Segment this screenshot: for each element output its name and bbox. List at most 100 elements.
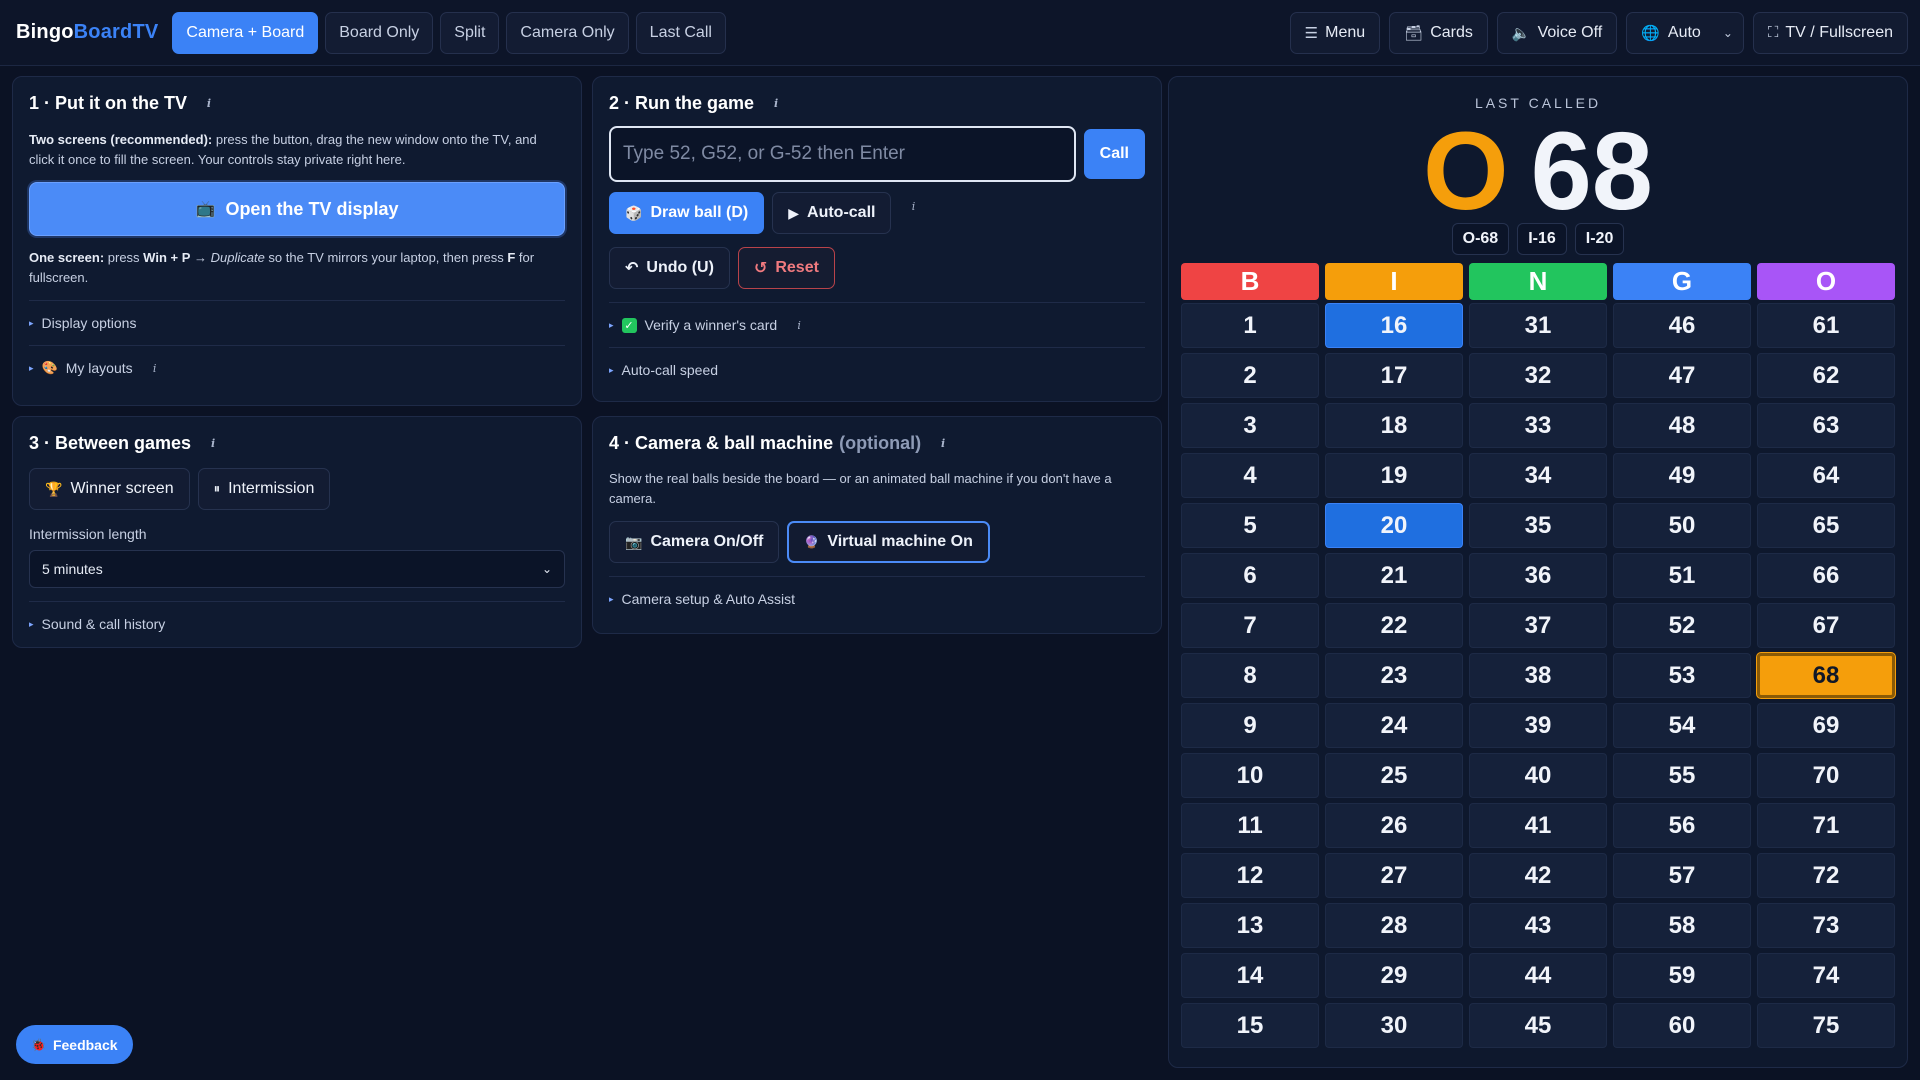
tab-camera-only[interactable]: Camera Only [506, 11, 629, 54]
board-cell-41[interactable]: 41 [1469, 803, 1607, 848]
auto-call-speed-toggle[interactable]: ▸ Auto-call speed [609, 362, 1145, 378]
board-cell-35[interactable]: 35 [1469, 503, 1607, 548]
auto-call-button[interactable]: ▶ Auto-call [772, 192, 892, 234]
tab-last-call[interactable]: Last Call [635, 11, 726, 54]
board-cell-12[interactable]: 12 [1181, 853, 1319, 898]
board-cell-63[interactable]: 63 [1757, 403, 1895, 448]
board-cell-1[interactable]: 1 [1181, 303, 1319, 348]
board-cell-3[interactable]: 3 [1181, 403, 1319, 448]
board-cell-72[interactable]: 72 [1757, 853, 1895, 898]
sound-history-toggle[interactable]: ▸ Sound & call history [29, 616, 565, 632]
info-icon[interactable]: i [201, 96, 217, 112]
brand-logo[interactable]: BingoBoardTV [16, 21, 158, 44]
camera-setup-toggle[interactable]: ▸ Camera setup & Auto Assist [609, 591, 1145, 607]
board-cell-27[interactable]: 27 [1325, 853, 1463, 898]
board-cell-56[interactable]: 56 [1613, 803, 1751, 848]
board-cell-51[interactable]: 51 [1613, 553, 1751, 598]
board-cell-16[interactable]: 16 [1325, 303, 1463, 348]
info-icon[interactable]: i [791, 317, 807, 333]
board-cell-44[interactable]: 44 [1469, 953, 1607, 998]
camera-toggle-button[interactable]: 📷 Camera On/Off [609, 521, 780, 563]
tab-camera-board[interactable]: Camera + Board [172, 11, 319, 54]
board-cell-28[interactable]: 28 [1325, 903, 1463, 948]
board-cell-61[interactable]: 61 [1757, 303, 1895, 348]
board-cell-29[interactable]: 29 [1325, 953, 1463, 998]
board-cell-31[interactable]: 31 [1469, 303, 1607, 348]
board-cell-66[interactable]: 66 [1757, 553, 1895, 598]
info-icon[interactable]: i [205, 436, 221, 452]
board-cell-38[interactable]: 38 [1469, 653, 1607, 698]
board-cell-4[interactable]: 4 [1181, 453, 1319, 498]
board-cell-45[interactable]: 45 [1469, 1003, 1607, 1048]
board-cell-43[interactable]: 43 [1469, 903, 1607, 948]
board-cell-9[interactable]: 9 [1181, 703, 1319, 748]
intermission-button[interactable]: ⏸ Intermission [197, 468, 331, 510]
menu-button[interactable]: ☰ Menu [1289, 11, 1381, 54]
board-cell-26[interactable]: 26 [1325, 803, 1463, 848]
board-cell-34[interactable]: 34 [1469, 453, 1607, 498]
info-icon[interactable]: i [147, 360, 163, 376]
info-icon[interactable]: i [905, 198, 921, 214]
board-cell-46[interactable]: 46 [1613, 303, 1751, 348]
board-cell-25[interactable]: 25 [1325, 753, 1463, 798]
board-cell-47[interactable]: 47 [1613, 353, 1751, 398]
board-cell-65[interactable]: 65 [1757, 503, 1895, 548]
board-cell-75[interactable]: 75 [1757, 1003, 1895, 1048]
board-cell-15[interactable]: 15 [1181, 1003, 1319, 1048]
board-cell-23[interactable]: 23 [1325, 653, 1463, 698]
call-number-input[interactable]: Type 52, G52, or G-52 then Enter [609, 126, 1076, 182]
board-cell-30[interactable]: 30 [1325, 1003, 1463, 1048]
draw-ball-button[interactable]: 🎲 Draw ball (D) [609, 192, 765, 234]
board-cell-39[interactable]: 39 [1469, 703, 1607, 748]
board-cell-71[interactable]: 71 [1757, 803, 1895, 848]
board-cell-68[interactable]: 68 [1757, 653, 1895, 698]
my-layouts-toggle[interactable]: ▸ 🎨 My layouts i [29, 360, 565, 376]
tab-split[interactable]: Split [440, 11, 500, 54]
intermission-length-select[interactable]: 5 minutes ⌄ [29, 550, 565, 588]
board-cell-2[interactable]: 2 [1181, 353, 1319, 398]
board-cell-6[interactable]: 6 [1181, 553, 1319, 598]
board-cell-36[interactable]: 36 [1469, 553, 1607, 598]
verify-card-toggle[interactable]: ▸ ✓ Verify a winner's card i [609, 317, 1145, 333]
board-cell-52[interactable]: 52 [1613, 603, 1751, 648]
winner-screen-button[interactable]: 🏆 Winner screen [29, 468, 190, 510]
board-cell-48[interactable]: 48 [1613, 403, 1751, 448]
board-cell-22[interactable]: 22 [1325, 603, 1463, 648]
board-cell-32[interactable]: 32 [1469, 353, 1607, 398]
board-cell-73[interactable]: 73 [1757, 903, 1895, 948]
board-cell-24[interactable]: 24 [1325, 703, 1463, 748]
board-cell-60[interactable]: 60 [1613, 1003, 1751, 1048]
board-cell-42[interactable]: 42 [1469, 853, 1607, 898]
board-cell-69[interactable]: 69 [1757, 703, 1895, 748]
board-cell-67[interactable]: 67 [1757, 603, 1895, 648]
cards-button[interactable]: 🗃 Cards [1389, 11, 1488, 54]
board-cell-54[interactable]: 54 [1613, 703, 1751, 748]
board-cell-59[interactable]: 59 [1613, 953, 1751, 998]
board-cell-49[interactable]: 49 [1613, 453, 1751, 498]
voice-button[interactable]: 🔈 Voice Off [1496, 11, 1618, 54]
board-cell-20[interactable]: 20 [1325, 503, 1463, 548]
board-cell-57[interactable]: 57 [1613, 853, 1751, 898]
board-cell-62[interactable]: 62 [1757, 353, 1895, 398]
board-cell-17[interactable]: 17 [1325, 353, 1463, 398]
call-button[interactable]: Call [1083, 129, 1145, 179]
undo-button[interactable]: ↶ Undo (U) [609, 247, 730, 289]
board-cell-18[interactable]: 18 [1325, 403, 1463, 448]
board-cell-53[interactable]: 53 [1613, 653, 1751, 698]
display-options-toggle[interactable]: ▸ Display options [29, 315, 565, 331]
board-cell-14[interactable]: 14 [1181, 953, 1319, 998]
board-cell-7[interactable]: 7 [1181, 603, 1319, 648]
board-cell-21[interactable]: 21 [1325, 553, 1463, 598]
board-cell-37[interactable]: 37 [1469, 603, 1607, 648]
board-cell-55[interactable]: 55 [1613, 753, 1751, 798]
board-cell-64[interactable]: 64 [1757, 453, 1895, 498]
board-cell-8[interactable]: 8 [1181, 653, 1319, 698]
board-cell-58[interactable]: 58 [1613, 903, 1751, 948]
board-cell-74[interactable]: 74 [1757, 953, 1895, 998]
feedback-button[interactable]: 🐞 Feedback [16, 1025, 133, 1064]
fullscreen-button[interactable]: ⛶ TV / Fullscreen [1752, 11, 1908, 54]
board-cell-19[interactable]: 19 [1325, 453, 1463, 498]
language-select[interactable]: 🌐 Auto ⌄ [1626, 11, 1744, 54]
info-icon[interactable]: i [768, 96, 784, 112]
virtual-machine-button[interactable]: 🔮 Virtual machine On [787, 521, 990, 563]
